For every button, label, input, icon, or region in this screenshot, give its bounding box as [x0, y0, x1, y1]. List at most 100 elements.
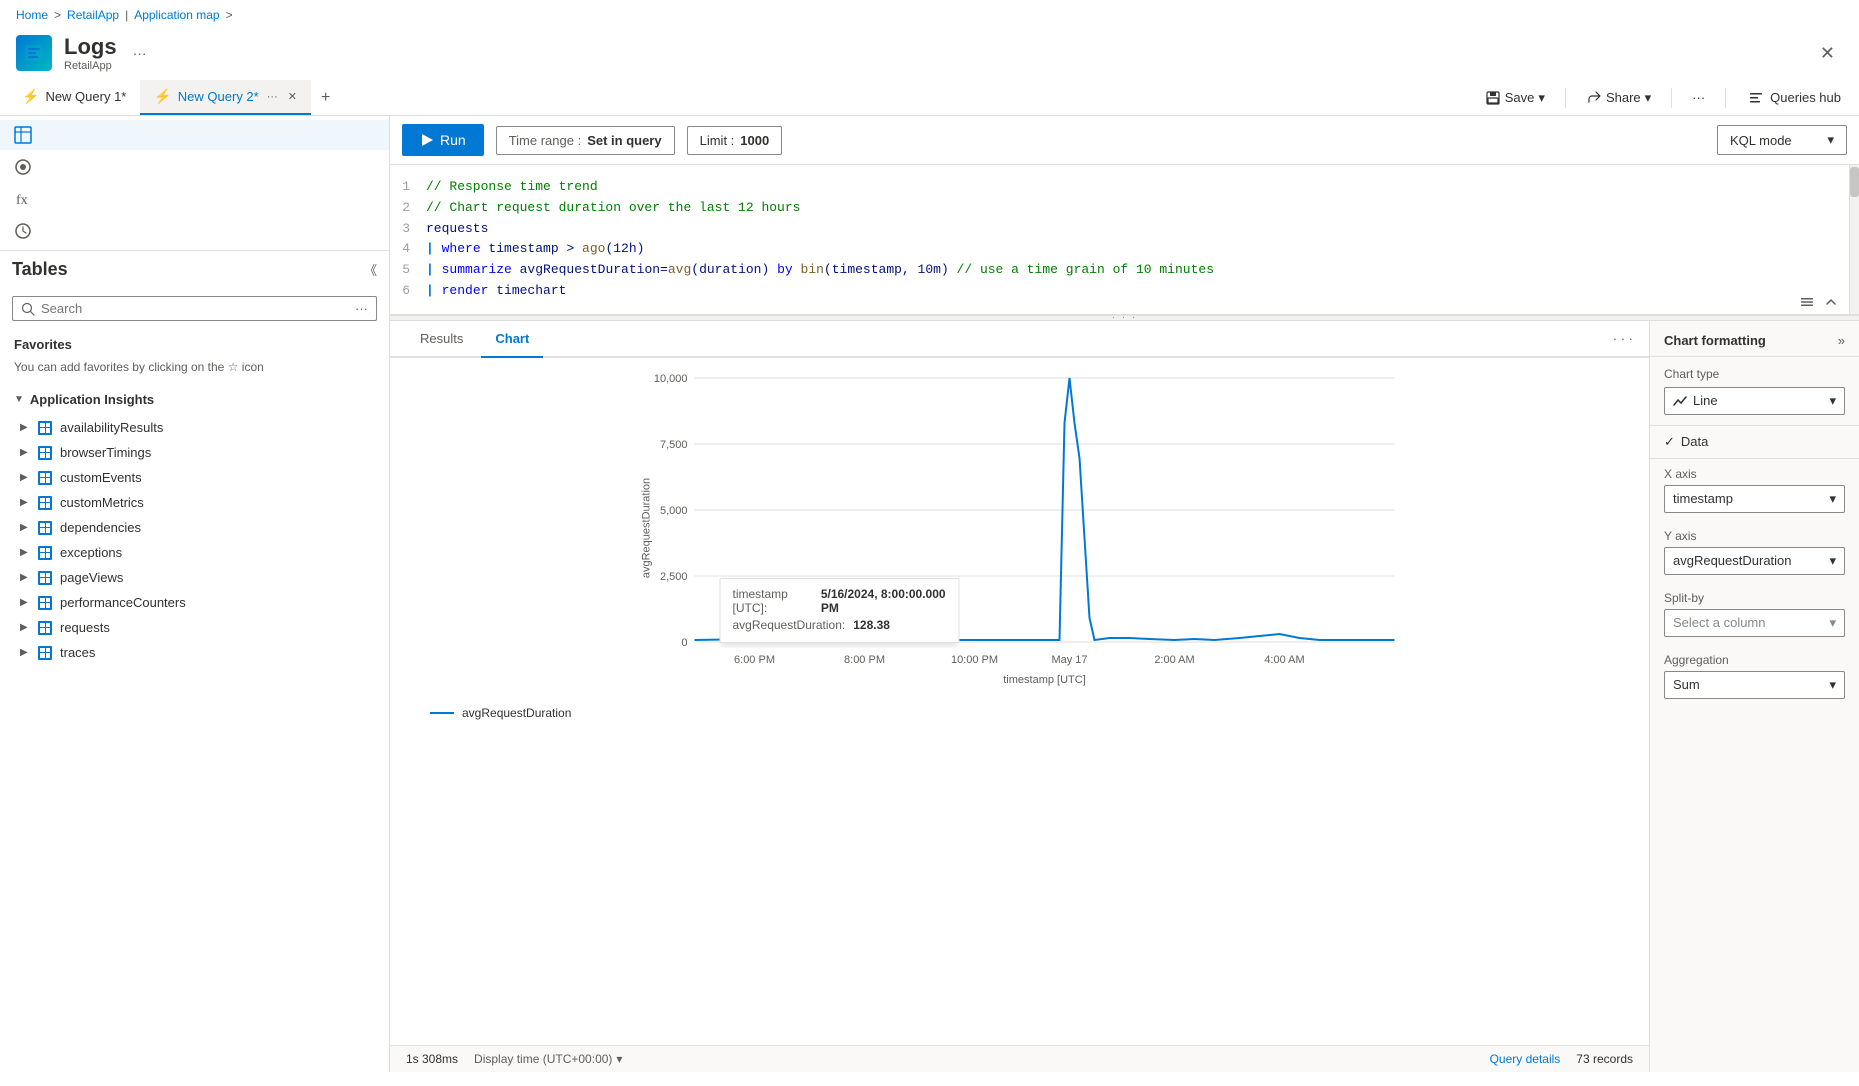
chart-type-chevron: ▾	[1829, 393, 1836, 409]
chart-aggregation-label: Aggregation	[1664, 653, 1845, 667]
tab-results[interactable]: Results	[406, 321, 477, 358]
sidebar-nav: fx	[0, 116, 389, 251]
chart-x-axis-dropdown[interactable]: timestamp ▾	[1664, 485, 1845, 513]
chart-y-axis-field: Y axis avgRequestDuration ▾	[1664, 521, 1845, 583]
tab-close-button[interactable]: ✕	[288, 90, 297, 103]
table-name-custommetrics: customMetrics	[60, 495, 144, 510]
line-number-6: 6	[390, 281, 426, 302]
search-input[interactable]	[41, 301, 349, 316]
chart-type-label: Chart type	[1664, 367, 1845, 381]
share-button[interactable]: Share ▾	[1578, 86, 1659, 110]
more-actions-button[interactable]: ···	[1684, 86, 1713, 109]
section-header-appinsights[interactable]: ▼ Application Insights	[0, 384, 389, 415]
chart-y-axis-label: Y axis	[1664, 529, 1845, 543]
data-collapse-icon: ✓	[1664, 434, 1675, 450]
close-button[interactable]: ✕	[1812, 39, 1843, 68]
save-button[interactable]: Save ▾	[1477, 86, 1553, 110]
tab-chart[interactable]: Chart	[481, 321, 543, 358]
table-item[interactable]: ▶ browserTimings	[14, 440, 375, 465]
save-icon	[1485, 90, 1501, 106]
search-icon	[21, 302, 35, 316]
table-icon	[38, 446, 52, 460]
svg-text:6:00 PM: 6:00 PM	[734, 654, 775, 666]
table-item[interactable]: ▶ customEvents	[14, 465, 375, 490]
tab-label-2: New Query 2*	[178, 89, 259, 104]
chart-panel-expand-button[interactable]: »	[1838, 333, 1845, 348]
tab-new-query-2[interactable]: ⚡ New Query 2* ··· ✕	[140, 80, 311, 115]
query-details-link[interactable]: Query details	[1490, 1052, 1561, 1066]
tab-action-separator-2	[1671, 88, 1672, 108]
breadcrumb-appmap[interactable]: Application map	[134, 8, 219, 22]
table-item[interactable]: ▶ dependencies	[14, 515, 375, 540]
table-item[interactable]: ▶ traces	[14, 640, 375, 665]
editor-scrollbar-thumb	[1850, 167, 1859, 197]
table-icon	[38, 596, 52, 610]
breadcrumb-home[interactable]: Home	[16, 8, 48, 22]
chart-aggregation-dropdown[interactable]: Sum ▾	[1664, 671, 1845, 699]
tab-add-button[interactable]: +	[311, 81, 340, 115]
run-button[interactable]: Run	[402, 124, 484, 156]
table-name-requests: requests	[60, 620, 110, 635]
sidebar-nav-history[interactable]	[0, 216, 389, 246]
logs-icon	[23, 42, 45, 64]
tab-icon-1: ⚡	[22, 88, 39, 105]
code-editor[interactable]: 1 // Response time trend 2 // Chart requ…	[390, 165, 1859, 315]
query-toolbar: Run Time range : Set in query Limit : 10…	[390, 116, 1859, 165]
status-display-button[interactable]: Display time (UTC+00:00) ▾	[474, 1052, 622, 1066]
chart-type-dropdown[interactable]: Line ▾	[1664, 387, 1845, 415]
table-item[interactable]: ▶ customMetrics	[14, 490, 375, 515]
chart-legend: avgRequestDuration	[390, 698, 1649, 728]
chart-split-by-field: Split-by Select a column ▾	[1664, 583, 1845, 645]
table-item[interactable]: ▶ exceptions	[14, 540, 375, 565]
chart-y-axis-dropdown[interactable]: avgRequestDuration ▾	[1664, 547, 1845, 575]
sidebar-nav-tables[interactable]	[0, 120, 389, 150]
history-nav-icon	[14, 222, 32, 240]
chart-split-by-dropdown[interactable]: Select a column ▾	[1664, 609, 1845, 637]
limit-button[interactable]: Limit : 1000	[687, 126, 783, 155]
line-content-4: | where timestamp > ago(12h)	[426, 239, 1859, 260]
sidebar-scroll: Favorites You can add favorites by click…	[0, 329, 389, 1072]
time-range-button[interactable]: Time range : Set in query	[496, 126, 675, 155]
sidebar-nav-filter[interactable]	[0, 152, 389, 182]
table-icon	[38, 496, 52, 510]
breadcrumb-retailapp[interactable]: RetailApp	[67, 8, 119, 22]
chart-y-axis-value: avgRequestDuration	[1673, 553, 1792, 568]
search-box[interactable]: ···	[12, 296, 377, 321]
search-more-button[interactable]: ···	[355, 301, 368, 316]
header-more-button[interactable]: ···	[133, 45, 147, 61]
functions-nav-icon: fx	[14, 190, 32, 208]
tab-label-1: New Query 1*	[45, 89, 126, 104]
svg-text:0: 0	[681, 637, 687, 649]
tab-new-query-1[interactable]: ⚡ New Query 1*	[8, 80, 140, 115]
sidebar: fx Tables 《 ··· Favorites You can add fa…	[0, 116, 390, 1072]
line-number-4: 4	[390, 239, 426, 260]
chart-data-header[interactable]: ✓ Data	[1650, 426, 1859, 459]
table-item[interactable]: ▶ requests	[14, 615, 375, 640]
table-name-customevents: customEvents	[60, 470, 142, 485]
table-item[interactable]: ▶ pageViews	[14, 565, 375, 590]
save-label: Save	[1505, 90, 1535, 105]
collapse-icon[interactable]	[1823, 294, 1839, 310]
table-item[interactable]: ▶ availabilityResults	[14, 415, 375, 440]
tooltip-label-1: timestamp [UTC]:	[733, 587, 813, 615]
chart-x-axis-label: X axis	[1664, 467, 1845, 481]
editor-scrollbar[interactable]	[1849, 165, 1859, 314]
expand-icon: ▶	[20, 597, 30, 608]
svg-text:avgRequestDuration: avgRequestDuration	[641, 478, 653, 578]
sidebar-nav-functions[interactable]: fx	[0, 184, 389, 214]
app-title-block: Logs RetailApp	[64, 34, 117, 72]
line-number-1: 1	[390, 177, 426, 198]
kql-mode-button[interactable]: KQL mode ▾	[1717, 125, 1847, 155]
table-item[interactable]: ▶ performanceCounters	[14, 590, 375, 615]
app-icon	[16, 35, 52, 71]
status-time: 1s 308ms	[406, 1052, 458, 1066]
results-area: Results Chart · · · 10,000 7,500 5,000 2…	[390, 321, 1859, 1072]
chart-panel: Chart formatting » Chart type Line ▾	[1649, 321, 1859, 1072]
queries-hub-button[interactable]: Queries hub	[1738, 86, 1851, 110]
breadcrumb-sep2: |	[125, 8, 128, 22]
favorites-section: Favorites You can add favorites by click…	[0, 329, 389, 384]
tab-more-button[interactable]: ···	[267, 91, 278, 103]
results-tab-more[interactable]: · · ·	[1613, 331, 1633, 346]
align-icon[interactable]	[1799, 294, 1815, 310]
sidebar-collapse-button[interactable]: 《	[364, 260, 377, 279]
